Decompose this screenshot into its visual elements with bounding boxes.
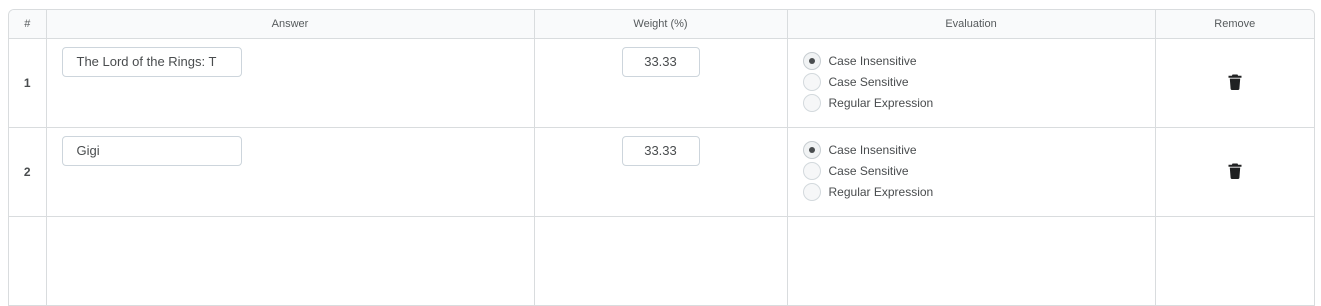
trash-icon[interactable] (1228, 74, 1242, 90)
radio-option-regular-expression[interactable]: Regular Expression (802, 181, 1155, 202)
weight-cell (534, 216, 788, 306)
radio-button-checked[interactable] (802, 51, 821, 70)
column-header-number: # (9, 10, 47, 39)
radio-label: Regular Expression (828, 184, 934, 199)
answer-input[interactable]: Gigi (61, 136, 242, 166)
radio-button[interactable] (802, 93, 821, 112)
row-number: 2 (9, 127, 47, 217)
evaluation-cell: Case Insensitive Case Sensitive Regular … (787, 127, 1156, 217)
table-row-partial (9, 216, 1314, 306)
weight-input[interactable]: 33.33 (621, 136, 700, 166)
evaluation-cell (787, 216, 1156, 306)
answer-cell: The Lord of the Rings: T (46, 38, 535, 128)
evaluation-radio-group: Case Insensitive Case Sensitive Regular … (802, 139, 1155, 202)
radio-option-case-sensitive[interactable]: Case Sensitive (802, 160, 1155, 181)
evaluation-cell: Case Insensitive Case Sensitive Regular … (787, 38, 1156, 128)
table-row: 1 The Lord of the Rings: T 33.33 Case In… (9, 38, 1314, 128)
row-number: 1 (9, 38, 47, 128)
column-header-remove: Remove (1155, 10, 1314, 39)
weight-cell: 33.33 (534, 38, 788, 128)
trash-icon[interactable] (1228, 163, 1242, 179)
radio-button[interactable] (802, 72, 821, 91)
answer-cell: Gigi (46, 127, 535, 217)
answer-cell (46, 216, 535, 306)
radio-label: Regular Expression (828, 95, 934, 110)
column-header-answer: Answer (46, 10, 535, 39)
radio-button-checked[interactable] (802, 140, 821, 159)
radio-option-case-insensitive[interactable]: Case Insensitive (802, 50, 1155, 71)
column-header-weight: Weight (%) (534, 10, 788, 39)
radio-label: Case Sensitive (828, 163, 909, 178)
table-row: 2 Gigi 33.33 Case Insensitive Case Sensi… (9, 127, 1314, 217)
radio-option-case-sensitive[interactable]: Case Sensitive (802, 71, 1155, 92)
radio-label: Case Sensitive (828, 74, 909, 89)
weight-input[interactable]: 33.33 (621, 47, 700, 77)
row-number (9, 216, 47, 306)
radio-option-regular-expression[interactable]: Regular Expression (802, 92, 1155, 113)
remove-cell (1155, 216, 1314, 306)
remove-cell (1155, 127, 1314, 217)
evaluation-radio-group: Case Insensitive Case Sensitive Regular … (802, 50, 1155, 113)
radio-option-case-insensitive[interactable]: Case Insensitive (802, 139, 1155, 160)
radio-button[interactable] (802, 161, 821, 180)
radio-label: Case Insensitive (828, 53, 917, 68)
column-header-evaluation: Evaluation (787, 10, 1156, 39)
table-header-row: # Answer Weight (%) Evaluation Remove (9, 10, 1314, 39)
answer-input[interactable]: The Lord of the Rings: T (61, 47, 242, 77)
remove-cell (1155, 38, 1314, 128)
weight-cell: 33.33 (534, 127, 788, 217)
answers-table: # Answer Weight (%) Evaluation Remove 1 … (8, 9, 1315, 306)
radio-label: Case Insensitive (828, 142, 917, 157)
radio-button[interactable] (802, 182, 821, 201)
